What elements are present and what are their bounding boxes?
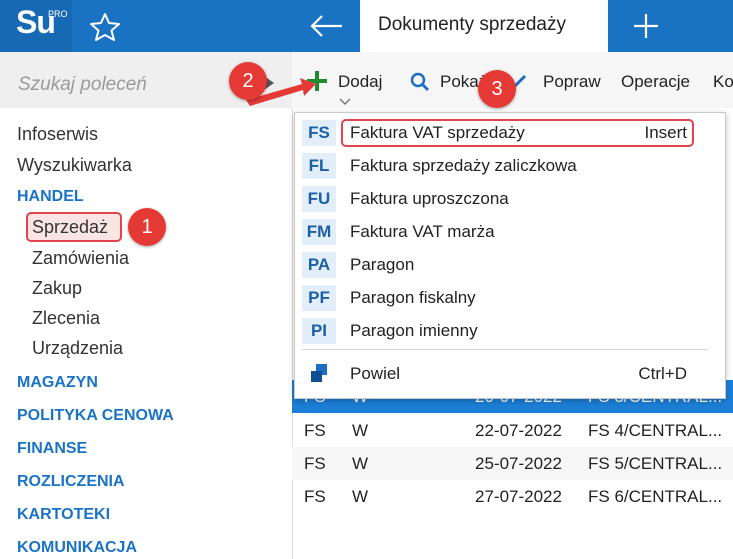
menu-item-label: Faktura uproszczona (350, 189, 509, 208)
sidebar-section-kartoteki[interactable]: KARTOTEKI (17, 506, 110, 524)
cell-date: 25-07-2022 (475, 454, 562, 473)
cell-number: FS 5/CENTRAL... (588, 454, 723, 473)
menu-item-label: Paragon imienny (350, 321, 478, 340)
cell-status: W (352, 421, 369, 440)
sidebar-item-urzadzenia[interactable]: Urządzenia (32, 338, 123, 359)
doc-code-badge: FS (302, 120, 336, 146)
menu-item-powiel[interactable]: Powiel Ctrl+D (295, 359, 725, 389)
arrow-left-icon[interactable] (306, 10, 346, 42)
menu-divider (302, 349, 708, 350)
callout-badge-1: 1 (128, 208, 166, 246)
sidebar-item-zamowienia[interactable]: Zamówienia (32, 248, 129, 269)
edit-button[interactable]: Popraw (543, 72, 601, 92)
sidebar-item-sprzedaz[interactable]: Sprzedaż (32, 217, 108, 238)
doc-code-badge: PF (302, 285, 336, 311)
sidebar-item-wyszukiwarka[interactable]: Wyszukiwarka (17, 155, 132, 176)
search-placeholder: Szukaj poleceń (18, 74, 147, 95)
sidebar-section-magazyn[interactable]: MAGAZYN (17, 374, 98, 392)
sidebar-section-polityka-cenowa[interactable]: POLITYKA CENOWA (17, 407, 174, 425)
menu-item-paragon[interactable]: PA Paragon (295, 250, 725, 280)
table-row[interactable]: FS W 27-07-2022 FS 6/CENTRAL... (292, 480, 733, 513)
cell-type: FS (304, 454, 326, 473)
star-icon[interactable] (88, 10, 122, 42)
doc-code-badge: PI (302, 318, 336, 344)
callout-badge-3: 3 (478, 70, 516, 108)
menu-item-faktura-zaliczkowa[interactable]: FL Faktura sprzedaży zaliczkowa (295, 151, 725, 181)
operations-button[interactable]: Operacje (621, 72, 690, 92)
menu-item-label: Paragon (350, 255, 415, 274)
doc-code-badge: FM (302, 219, 336, 245)
doc-code-badge: FU (302, 186, 336, 212)
doc-code-badge: FL (302, 153, 336, 179)
menu-item-shortcut: Ctrl+D (638, 364, 687, 383)
add-button[interactable]: Dodaj (338, 72, 382, 92)
callout-badge-2: 2 (229, 62, 267, 100)
plus-icon[interactable] (626, 10, 666, 42)
table-row[interactable]: FS W 22-07-2022 FS 4/CENTRAL... (292, 414, 733, 447)
chevron-down-icon[interactable] (339, 98, 351, 106)
sidebar-section-rozliczenia[interactable]: ROZLICZENIA (17, 473, 125, 491)
sidebar-section-komunikacja[interactable]: KOMUNIKACJA (17, 539, 137, 557)
menu-item-faktura-vat-marza[interactable]: FM Faktura VAT marża (295, 217, 725, 247)
menu-item-paragon-fiskalny[interactable]: PF Paragon fiskalny (295, 283, 725, 313)
menu-item-label: Faktura sprzedaży zaliczkowa (350, 156, 577, 175)
table-row[interactable]: FS W 25-07-2022 FS 5/CENTRAL... (292, 447, 733, 480)
sidebar-section-finanse[interactable]: FINANSE (17, 440, 87, 458)
menu-item-highlight (341, 119, 694, 147)
menu-item-label: Faktura VAT marża (350, 222, 495, 241)
menu-item-label: Paragon fiskalny (350, 288, 476, 307)
logo-superscript: PRO (48, 9, 68, 19)
menu-item-faktura-uproszczona[interactable]: FU Faktura uproszczona (295, 184, 725, 214)
duplicate-icon (311, 364, 327, 382)
sidebar-section-handel[interactable]: HANDEL (17, 188, 84, 206)
cell-number: FS 6/CENTRAL... (588, 487, 723, 506)
sidebar-item-infoserwis[interactable]: Infoserwis (17, 124, 98, 145)
cell-date: 27-07-2022 (475, 487, 562, 506)
search-icon[interactable] (410, 72, 430, 92)
more-button[interactable]: Ko (713, 72, 733, 92)
cell-number: FS 4/CENTRAL... (588, 421, 723, 440)
cell-status: W (352, 487, 369, 506)
cell-type: FS (304, 487, 326, 506)
menu-item-label: Powiel (350, 364, 401, 383)
cell-status: W (352, 454, 369, 473)
page-title: Dokumenty sprzedaży (378, 14, 566, 35)
cell-date: 22-07-2022 (475, 421, 562, 440)
sidebar-item-zlecenia[interactable]: Zlecenia (32, 308, 100, 329)
cell-type: FS (304, 421, 326, 440)
add-dropdown-menu: FS Faktura VAT sprzedaży Insert FL Faktu… (294, 112, 726, 399)
sidebar-item-zakup[interactable]: Zakup (32, 278, 82, 299)
menu-item-paragon-imienny[interactable]: PI Paragon imienny (295, 316, 725, 346)
doc-code-badge: PA (302, 252, 336, 278)
